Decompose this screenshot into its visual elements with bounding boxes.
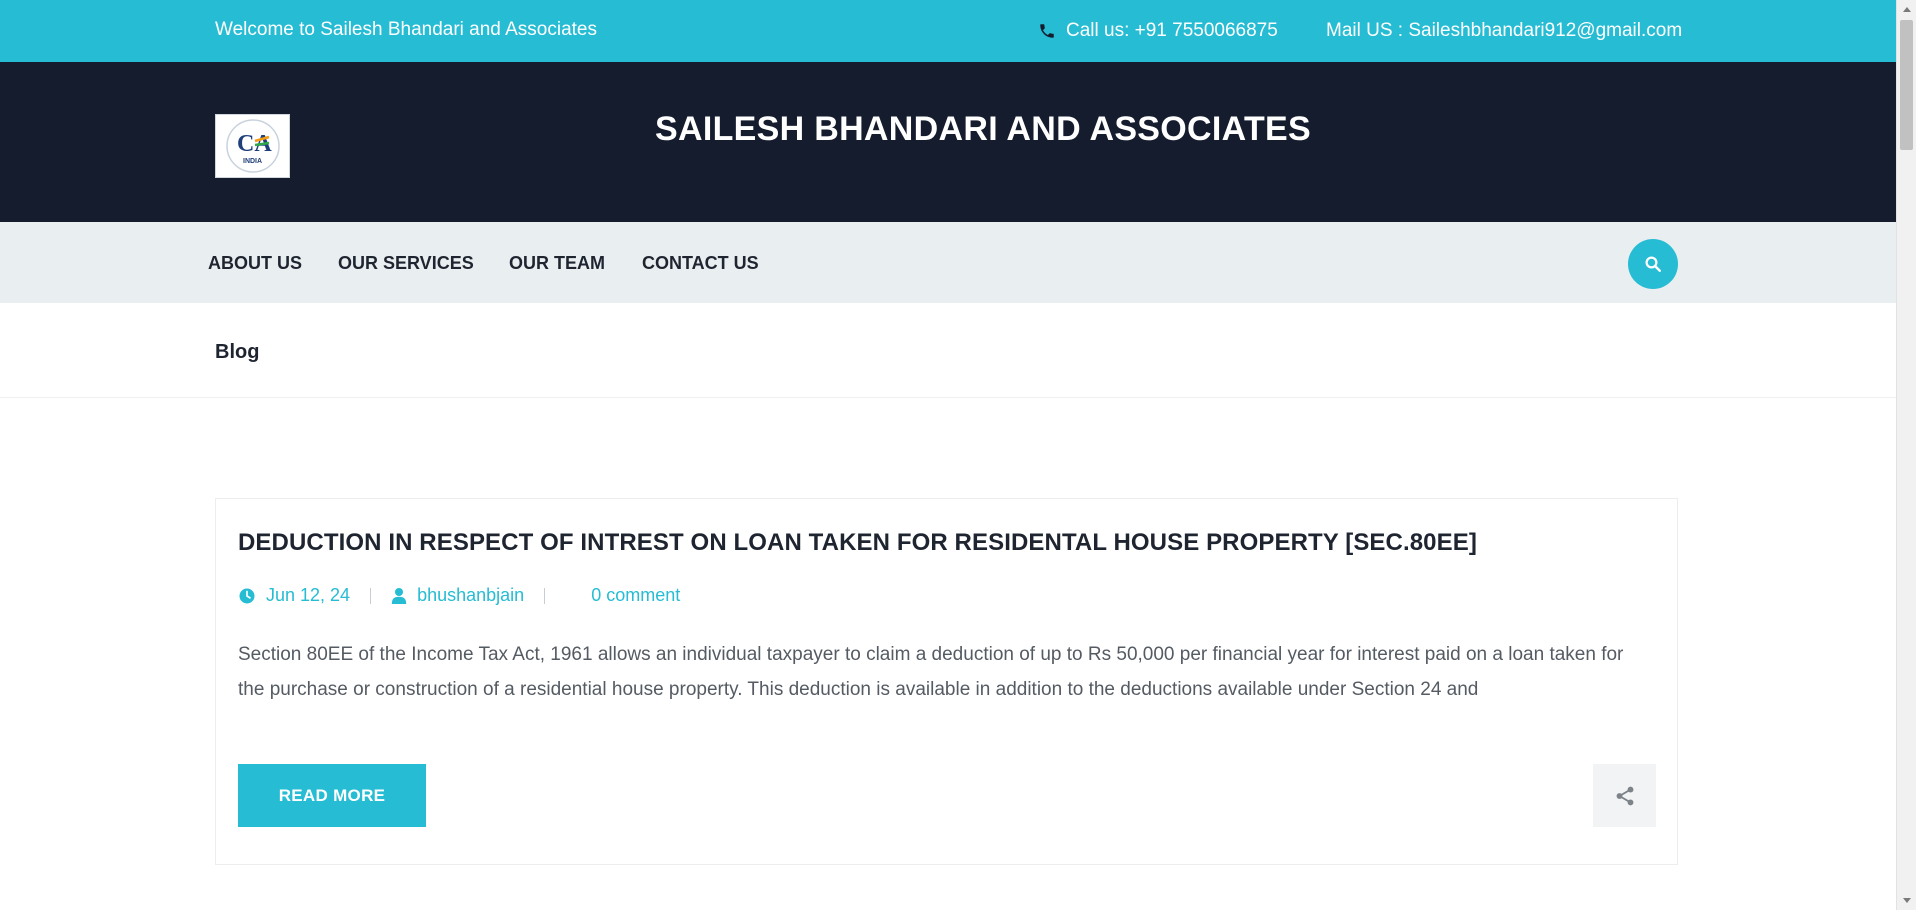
share-icon	[1616, 786, 1633, 805]
scroll-up-arrow[interactable]	[1897, 0, 1916, 18]
call-us[interactable]: Call us: +91 7550066875	[1038, 20, 1278, 42]
search-icon	[1645, 256, 1661, 272]
post-date-text: Jun 12, 24	[266, 585, 351, 605]
meta-divider	[544, 587, 546, 604]
blog-post-card: DEDUCTION IN RESPECT OF INTREST ON LOAN …	[215, 498, 1678, 865]
page-scrollbar[interactable]	[1896, 0, 1916, 910]
page-title: Blog	[215, 341, 260, 363]
page-header: Blog	[0, 303, 1896, 398]
post-comments[interactable]: 0 comment	[591, 585, 680, 606]
meta-divider	[370, 587, 372, 604]
read-more-button[interactable]: READ MORE	[238, 764, 426, 827]
search-button[interactable]	[1628, 239, 1678, 289]
user-icon	[391, 587, 407, 604]
phone-icon	[1038, 22, 1056, 40]
svg-text:INDIA: INDIA	[243, 158, 262, 165]
post-author-text: bhushanbjain	[417, 585, 525, 605]
mail-us-link[interactable]: Mail US : Saileshbhandari912@gmail.com	[1326, 20, 1682, 42]
post-author[interactable]: bhushanbjain	[391, 585, 524, 606]
post-meta: Jun 12, 24 bhushanbjain 0 comment	[238, 585, 680, 606]
nav-item-contact-us[interactable]: CONTACT US	[642, 253, 759, 274]
post-title[interactable]: DEDUCTION IN RESPECT OF INTREST ON LOAN …	[238, 529, 1477, 557]
scroll-thumb[interactable]	[1900, 20, 1913, 150]
post-comments-text: 0 comment	[591, 585, 681, 605]
post-excerpt: Section 80EE of the Income Tax Act, 1961…	[238, 644, 1624, 700]
welcome-text: Welcome to Sailesh Bhandari and Associat…	[215, 19, 597, 40]
site-header: CA INDIA SAILESH BHANDARI AND ASSOCIATES	[0, 62, 1896, 222]
top-info-bar: Welcome to Sailesh Bhandari and Associat…	[0, 0, 1896, 62]
share-button[interactable]	[1593, 764, 1656, 827]
nav-item-about-us[interactable]: ABOUT US	[208, 253, 302, 274]
nav-item-our-team[interactable]: OUR TEAM	[509, 253, 605, 274]
main-nav: ABOUT US OUR SERVICES OUR TEAM CONTACT U…	[0, 222, 1896, 303]
chevron-up-icon	[1903, 7, 1911, 12]
nav-item-our-services[interactable]: OUR SERVICES	[338, 253, 474, 274]
site-title[interactable]: SAILESH BHANDARI AND ASSOCIATES	[0, 110, 1896, 149]
chevron-down-icon	[1903, 898, 1911, 903]
call-us-text: Call us: +91 7550066875	[1066, 20, 1278, 41]
clock-icon	[239, 588, 255, 603]
scroll-down-arrow[interactable]	[1897, 892, 1916, 910]
post-date[interactable]: Jun 12, 24	[238, 585, 350, 606]
